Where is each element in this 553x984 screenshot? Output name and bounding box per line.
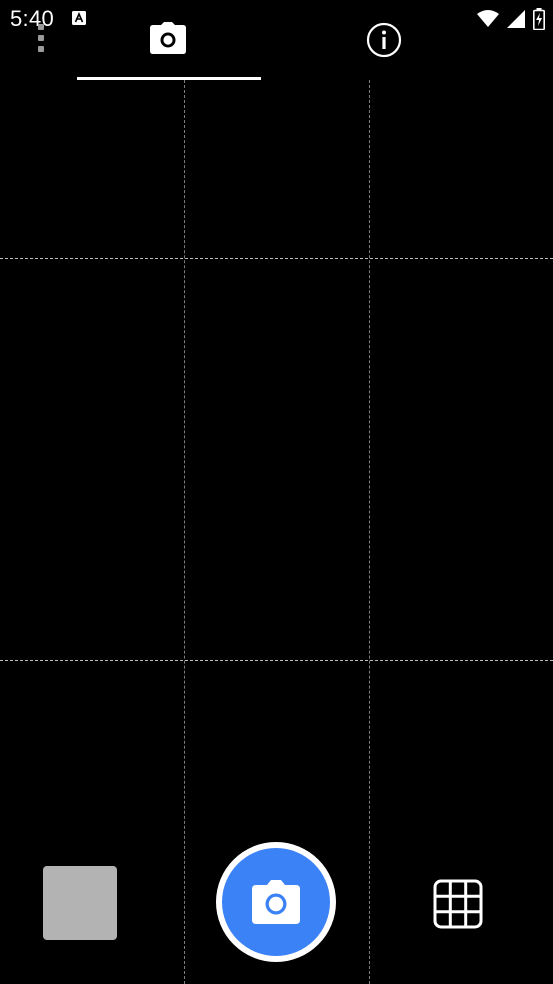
camera-icon (252, 880, 300, 924)
grid-line (369, 80, 370, 984)
info-icon[interactable] (366, 22, 402, 58)
grid-line (0, 660, 553, 661)
shutter-inner (222, 848, 330, 956)
signal-icon (507, 10, 525, 28)
shutter-button[interactable] (216, 842, 336, 962)
camera-icon (150, 22, 186, 54)
overflow-menu-icon[interactable] (35, 24, 47, 58)
last-photo-thumbnail[interactable] (43, 866, 117, 940)
wifi-icon (477, 10, 499, 27)
tab-camera[interactable] (77, 14, 261, 80)
status-icons (477, 8, 545, 30)
grid-icon[interactable] (433, 879, 483, 929)
battery-charging-icon (533, 8, 545, 30)
status-time: 5:40 (10, 6, 55, 31)
grid-line (0, 258, 553, 259)
grid-line (184, 80, 185, 984)
